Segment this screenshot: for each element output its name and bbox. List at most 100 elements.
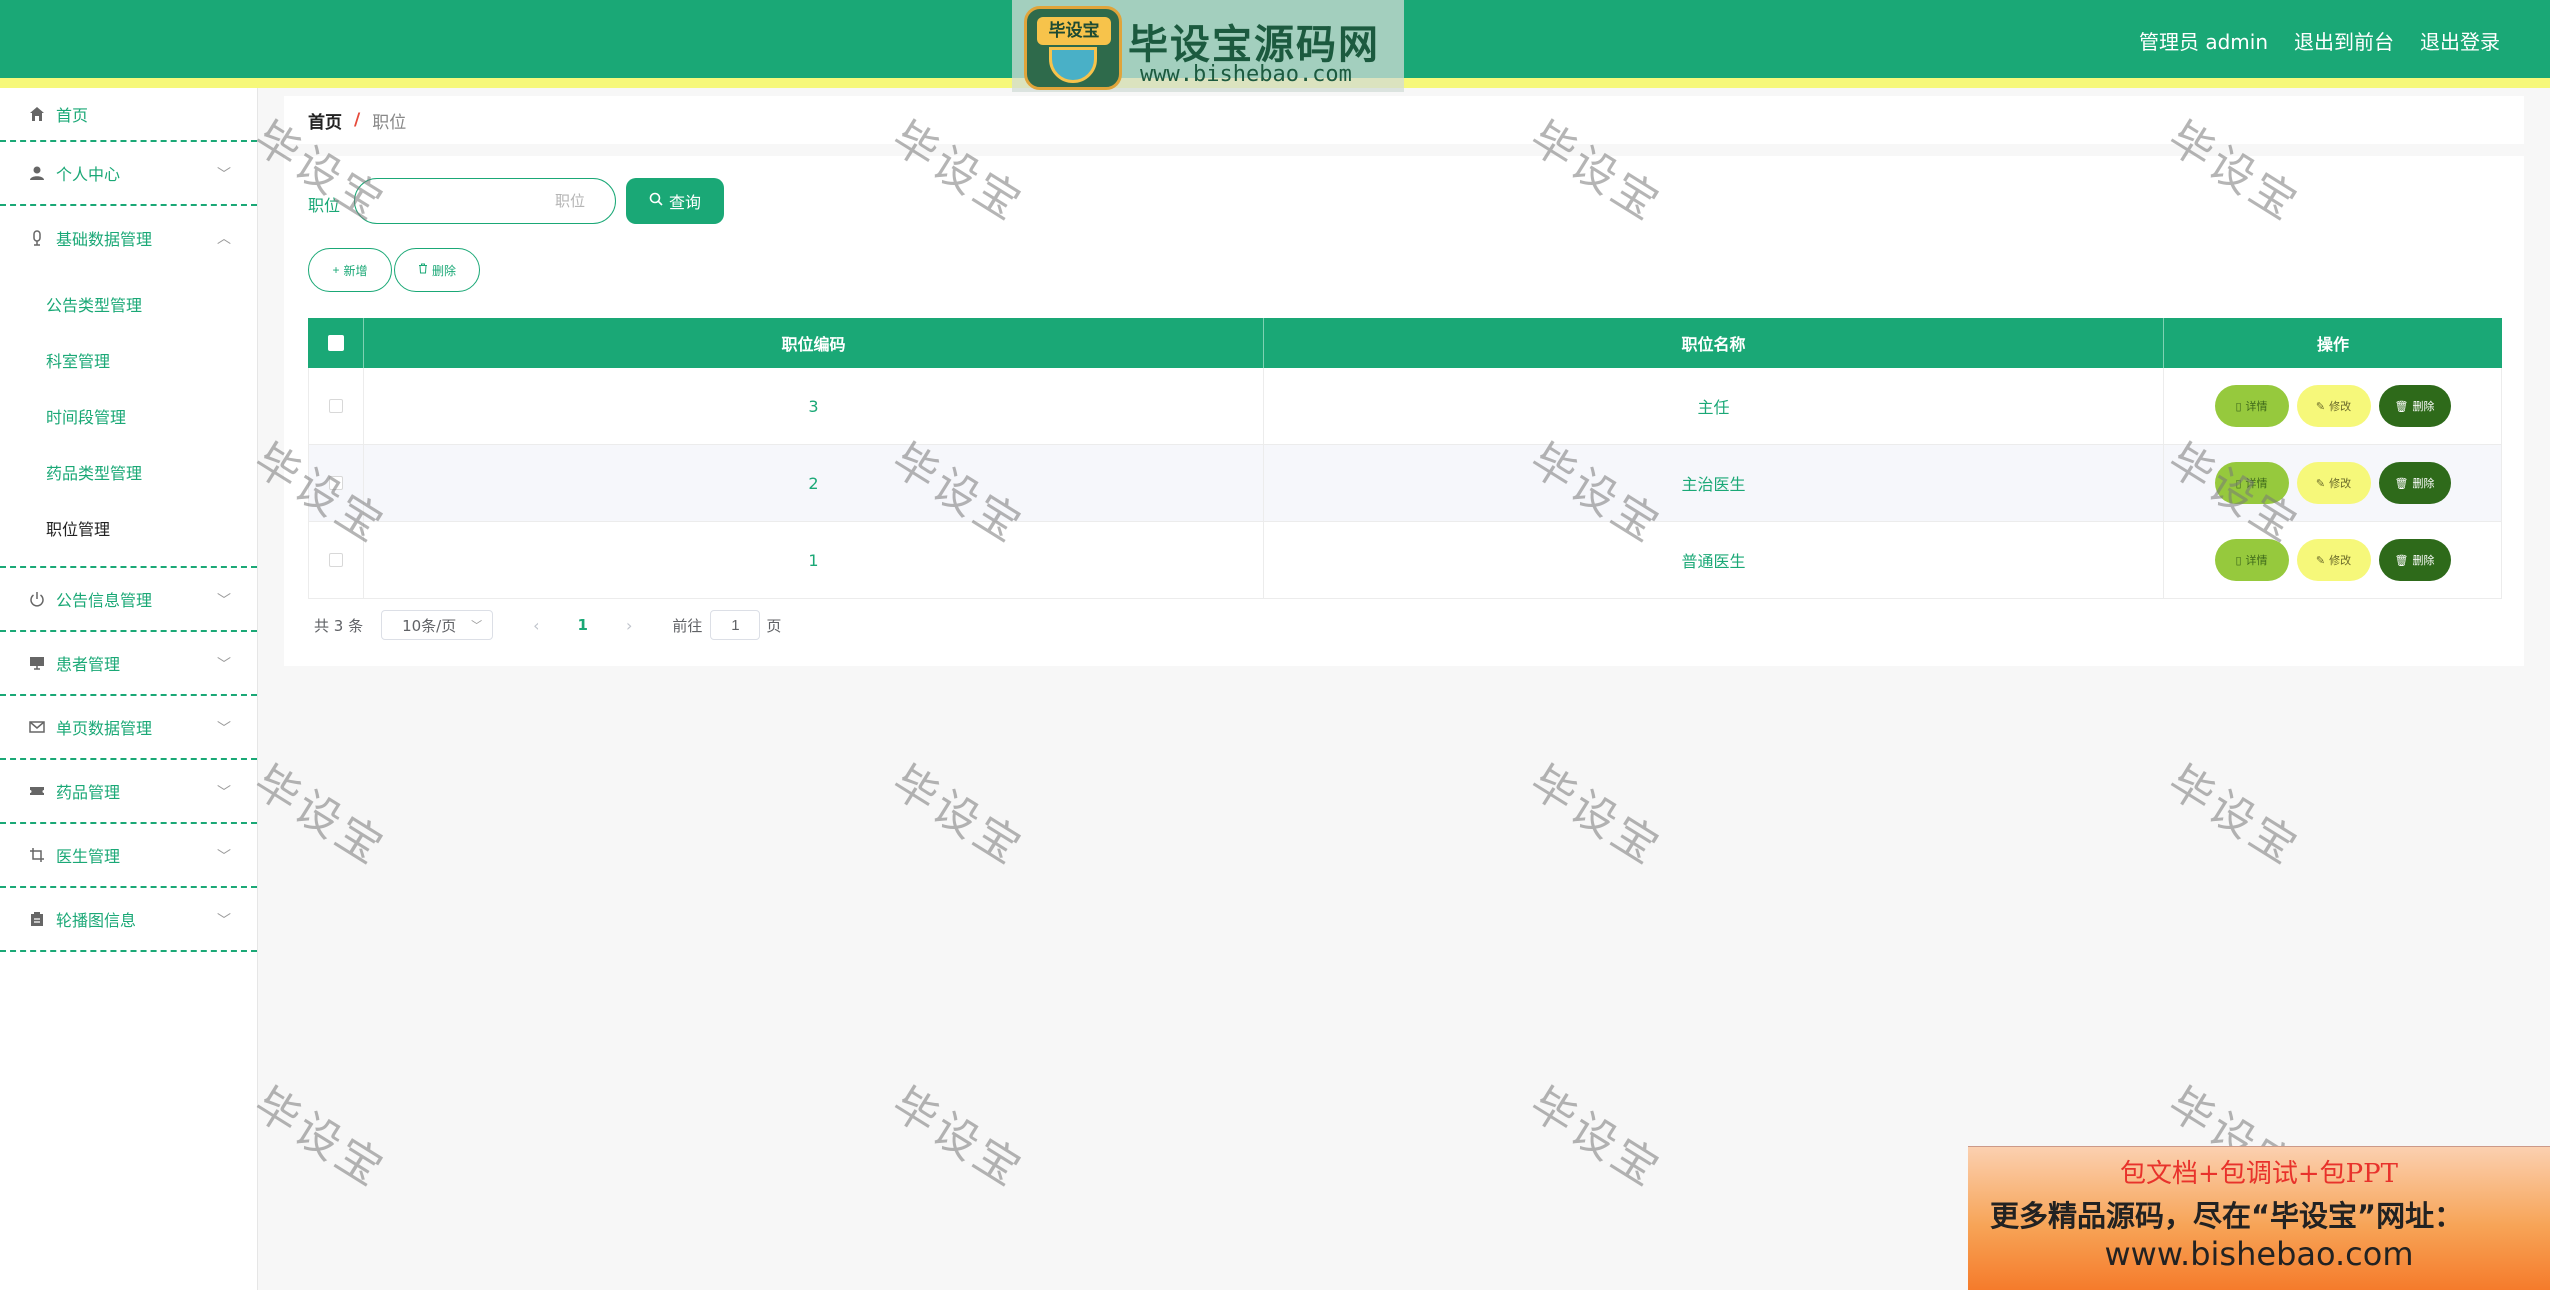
- back-to-front-link[interactable]: 退出到前台: [2294, 26, 2394, 55]
- row-check-cell: [308, 368, 364, 444]
- goto-label: 前往: [672, 616, 703, 635]
- delete-button[interactable]: 🗑 删除: [2378, 462, 2451, 504]
- sidebar-item-patient[interactable]: 患者管理 ﹀: [0, 632, 257, 696]
- sidebar-subitem-department[interactable]: 科室管理: [0, 332, 257, 388]
- column-header-ops: 操作: [2316, 335, 2349, 354]
- row-check-cell: [308, 522, 364, 598]
- table-row: 3 主任 ▯ 详情 ✎ 修改 🗑 删除: [308, 368, 2502, 445]
- position-name-cell: 主任: [1264, 368, 2164, 444]
- basic-data-submenu: 公告类型管理 科室管理 时间段管理 药品类型管理 职位管理: [0, 270, 257, 568]
- chevron-down-icon: ﹀: [471, 619, 483, 632]
- delete-button[interactable]: 🗑 删除: [2378, 539, 2451, 581]
- delete-label: 删除: [2412, 555, 2435, 567]
- sidebar-item-label: 轮播图信息: [56, 911, 137, 930]
- chevron-down-icon: ﹀: [217, 849, 231, 865]
- select-all-checkbox[interactable]: [327, 335, 344, 351]
- add-button[interactable]: + 新增: [308, 248, 392, 292]
- plus-icon: +: [332, 263, 340, 277]
- sidebar-item-carousel[interactable]: 轮播图信息 ﹀: [0, 888, 257, 952]
- chevron-up-icon: ︿: [217, 231, 231, 247]
- pencil-icon: ✎: [2315, 554, 2326, 567]
- sidebar-item-label: 药品管理: [56, 783, 121, 802]
- detail-label: 详情: [2245, 478, 2268, 490]
- sidebar-item-label: 基础数据管理: [56, 230, 153, 249]
- breadcrumb-separator: /: [354, 110, 361, 130]
- page-size-value: 10条/页: [402, 616, 457, 635]
- position-table: 职位编码 职位名称 操作 3 主任 ▯ 详情 ✎ 修改 🗑 删除 2 主治医生 ▯ 详情…: [308, 318, 2502, 599]
- admin-user-label: 管理员 admin: [2138, 30, 2268, 54]
- trash-icon: 🗑: [2394, 554, 2409, 567]
- breadcrumb-current: 职位: [372, 112, 407, 133]
- mail-icon: [28, 718, 46, 736]
- home-icon: [28, 105, 46, 123]
- edit-button[interactable]: ✎ 修改: [2296, 462, 2371, 504]
- promo-line-1: 包文档+包调试+包PPT: [2120, 1159, 2398, 1189]
- row-checkbox[interactable]: [329, 399, 343, 413]
- promo-banner: 包文档+包调试+包PPT 更多精品源码，尽在“毕设宝”网址： www.bishe…: [1968, 1146, 2550, 1290]
- next-page-button[interactable]: ›: [626, 616, 632, 635]
- edit-button[interactable]: ✎ 修改: [2296, 539, 2371, 581]
- logo-url: www.bishebao.com: [1140, 62, 1352, 87]
- detail-button[interactable]: ▯ 详情: [2214, 385, 2289, 427]
- position-search-input[interactable]: [354, 178, 616, 224]
- sidebar-item-doctor[interactable]: 医生管理 ﹀: [0, 824, 257, 888]
- edit-button[interactable]: ✎ 修改: [2296, 385, 2371, 427]
- sidebar-item-basic-data[interactable]: 基础数据管理 ︿: [0, 206, 257, 270]
- watermark-text: 毕设宝: [883, 756, 1033, 876]
- chevron-down-icon: ﹀: [217, 167, 231, 183]
- bulk-delete-button[interactable]: 删除: [394, 248, 480, 292]
- edit-label: 修改: [2329, 555, 2352, 567]
- position-code-cell: 3: [364, 368, 1264, 444]
- page-size-select[interactable]: 10条/页 ﹀: [381, 610, 494, 640]
- sidebar-item-profile[interactable]: 个人中心 ﹀: [0, 142, 257, 206]
- search-label: 职位: [308, 196, 341, 215]
- detail-label: 详情: [2245, 401, 2268, 413]
- row-check-cell: [308, 445, 364, 521]
- delete-button-label: 删除: [431, 263, 456, 278]
- prev-page-button[interactable]: ‹: [533, 616, 539, 635]
- sidebar-subitem-notice-type[interactable]: 公告类型管理: [0, 276, 257, 332]
- breadcrumb-home[interactable]: 首页: [308, 108, 342, 133]
- page-word-label: 页: [766, 616, 782, 635]
- header-user-area: 管理员 admin 退出到前台 退出登录: [2139, 26, 2500, 55]
- sidebar-item-label: 个人中心: [56, 165, 121, 184]
- row-actions: ▯ 详情 ✎ 修改 🗑 删除: [2164, 368, 2502, 444]
- sidebar-subitem-time-slot[interactable]: 时间段管理: [0, 388, 257, 444]
- document-icon: ▯: [2235, 554, 2242, 567]
- promo-line-3: www.bishebao.com: [2104, 1235, 2414, 1273]
- crop-icon: [28, 846, 46, 864]
- sidebar-item-label: 患者管理: [56, 655, 121, 674]
- row-actions: ▯ 详情 ✎ 修改 🗑 删除: [2164, 445, 2502, 521]
- monitor-icon: [28, 654, 46, 672]
- detail-button[interactable]: ▯ 详情: [2214, 539, 2289, 581]
- detail-button[interactable]: ▯ 详情: [2214, 462, 2289, 504]
- sidebar-item-notice[interactable]: 公告信息管理 ﹀: [0, 568, 257, 632]
- sidebar-item-home[interactable]: 首页: [0, 88, 257, 142]
- delete-button[interactable]: 🗑 删除: [2378, 385, 2451, 427]
- microphone-icon: [28, 229, 46, 247]
- sidebar-item-label: 单页数据管理: [56, 719, 153, 738]
- trash-icon: [418, 263, 428, 277]
- sidebar-subitem-position[interactable]: 职位管理: [0, 500, 257, 556]
- document-icon: ▯: [2235, 400, 2242, 413]
- page-jump-input[interactable]: [710, 610, 761, 640]
- logo-face-icon: [1049, 47, 1097, 83]
- trash-icon: 🗑: [2394, 400, 2409, 413]
- sidebar-item-drug[interactable]: 药品管理 ﹀: [0, 760, 257, 824]
- sidebar-item-single-page[interactable]: 单页数据管理 ﹀: [0, 696, 257, 760]
- row-actions: ▯ 详情 ✎ 修改 🗑 删除: [2164, 522, 2502, 598]
- power-icon: [28, 590, 46, 608]
- watermark-text: 毕设宝: [2159, 756, 2309, 876]
- chevron-down-icon: ﹀: [217, 913, 231, 929]
- logout-link[interactable]: 退出登录: [2420, 26, 2500, 55]
- position-name-cell: 普通医生: [1264, 522, 2164, 598]
- search-button[interactable]: 查询: [626, 178, 724, 224]
- position-code-cell: 2: [364, 445, 1264, 521]
- sidebar-subitem-drug-type[interactable]: 药品类型管理: [0, 444, 257, 500]
- sidebar-item-label: 首页: [56, 106, 89, 125]
- row-checkbox[interactable]: [329, 553, 343, 567]
- row-checkbox[interactable]: [329, 476, 343, 490]
- pagination: 共 3 条 10条/页 ﹀ ‹ 1 › 前往 页: [314, 610, 781, 640]
- watermark-text: 毕设宝: [245, 756, 395, 876]
- page-number-1[interactable]: 1: [578, 616, 588, 634]
